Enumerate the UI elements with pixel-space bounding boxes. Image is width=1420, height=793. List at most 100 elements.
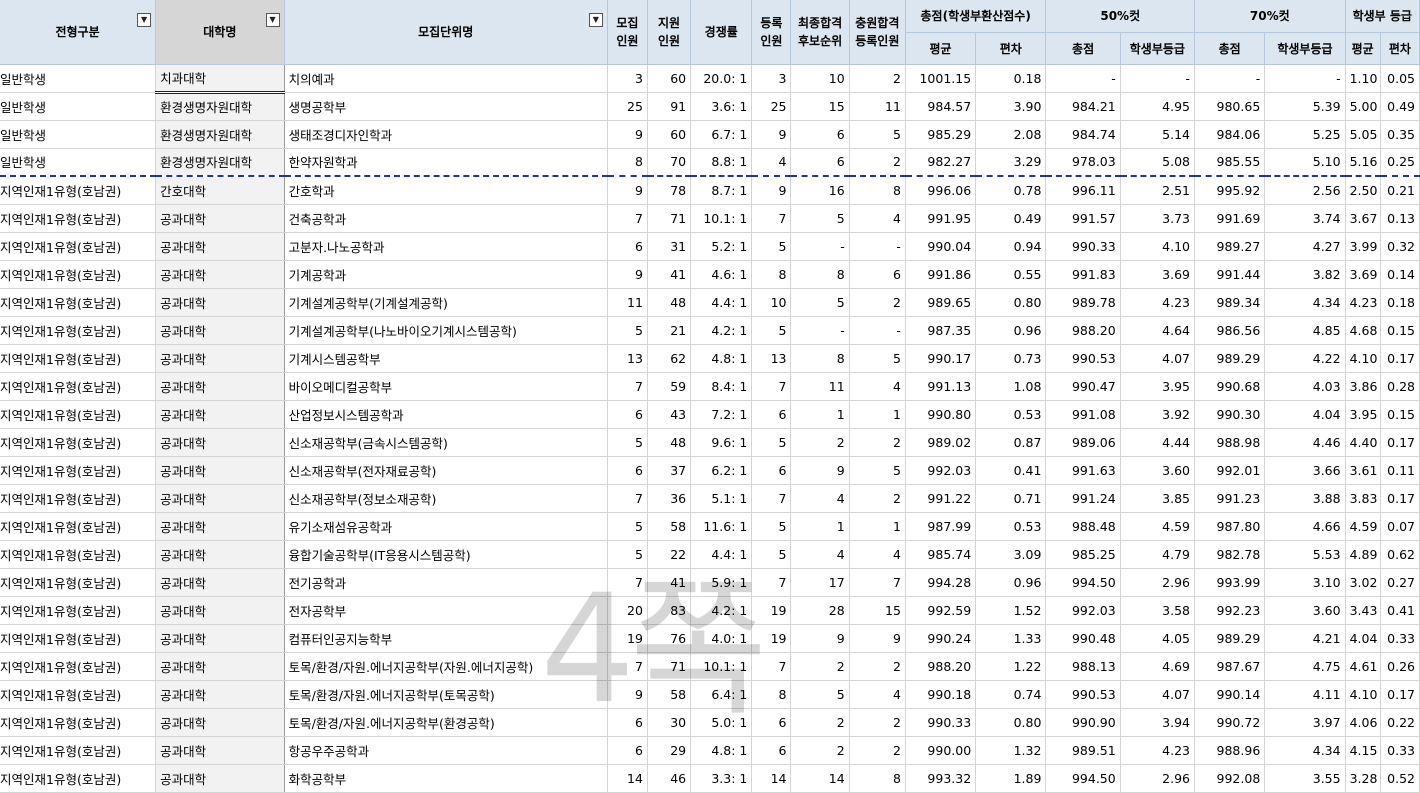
table-cell[interactable]: 4.0: 1 xyxy=(690,624,753,653)
table-cell[interactable]: 982.27 xyxy=(905,148,977,177)
table-cell[interactable]: 치의예과 xyxy=(284,63,608,93)
table-cell[interactable]: 62 xyxy=(647,344,692,373)
table-cell[interactable]: 지역인재1유형(호남권) xyxy=(0,456,157,485)
table-cell[interactable]: 986.56 xyxy=(1194,316,1266,345)
table-cell[interactable]: 공과대학 xyxy=(155,372,285,401)
table-cell[interactable]: 공과대학 xyxy=(155,736,285,765)
table-cell[interactable]: 5 xyxy=(751,428,792,457)
table-cell[interactable]: 지역인재1유형(호남권) xyxy=(0,624,157,653)
table-cell[interactable]: 980.65 xyxy=(1194,92,1266,121)
table-cell[interactable]: 0.62 xyxy=(1380,540,1420,569)
table-cell[interactable]: 2 xyxy=(849,708,906,737)
table-cell[interactable]: 0.33 xyxy=(1380,736,1420,765)
table-cell[interactable]: 988.20 xyxy=(905,652,977,681)
table-cell[interactable]: 건축공학과 xyxy=(284,204,608,233)
table-cell[interactable]: 0.17 xyxy=(1380,344,1420,373)
table-cell[interactable]: 36 xyxy=(647,484,692,513)
table-cell[interactable]: 공과대학 xyxy=(155,288,285,317)
table-cell[interactable]: 8 xyxy=(849,176,906,205)
table-cell[interactable]: - xyxy=(849,316,906,345)
table-cell[interactable]: 0.17 xyxy=(1380,680,1420,709)
table-cell[interactable]: 17 xyxy=(790,568,850,597)
table-cell[interactable]: 60 xyxy=(647,63,692,93)
table-cell[interactable]: 2.96 xyxy=(1120,568,1196,597)
table-cell[interactable]: 2 xyxy=(849,63,906,93)
table-cell[interactable]: 공과대학 xyxy=(155,400,285,429)
table-cell[interactable]: 991.22 xyxy=(905,484,977,513)
table-cell[interactable]: 3.61 xyxy=(1345,456,1381,485)
table-cell[interactable]: 989.65 xyxy=(905,288,977,317)
table-cell[interactable]: 6 xyxy=(790,120,850,149)
table-cell[interactable]: 985.55 xyxy=(1194,148,1266,177)
table-cell[interactable]: 5.16 xyxy=(1345,148,1381,177)
table-cell[interactable]: - xyxy=(790,232,850,261)
table-cell[interactable]: - xyxy=(1194,63,1266,93)
table-cell[interactable]: 고분자.나노공학과 xyxy=(284,232,608,261)
table-cell[interactable]: 5 xyxy=(607,512,648,541)
table-cell[interactable]: 5.08 xyxy=(1120,148,1196,177)
table-cell[interactable]: 9 xyxy=(607,680,648,709)
table-cell[interactable]: 5.53 xyxy=(1264,540,1346,569)
table-cell[interactable]: 990.72 xyxy=(1194,708,1266,737)
table-cell[interactable]: 7 xyxy=(607,204,648,233)
table-cell[interactable]: 1.32 xyxy=(975,736,1047,765)
table-cell[interactable]: 1 xyxy=(849,400,906,429)
table-cell[interactable]: 4.06 xyxy=(1345,708,1381,737)
table-cell[interactable]: 2.56 xyxy=(1264,176,1346,205)
table-cell[interactable]: 0.41 xyxy=(1380,596,1420,625)
table-cell[interactable]: 3.28 xyxy=(1345,764,1381,793)
table-cell[interactable]: 지역인재1유형(호남권) xyxy=(0,652,157,681)
table-cell[interactable]: 990.18 xyxy=(905,680,977,709)
table-cell[interactable]: 산업정보시스템공학과 xyxy=(284,400,608,429)
table-cell[interactable]: 987.99 xyxy=(905,512,977,541)
table-cell[interactable]: 10 xyxy=(751,288,792,317)
table-cell[interactable]: 91 xyxy=(647,92,692,121)
table-cell[interactable]: 3.60 xyxy=(1120,456,1196,485)
table-cell[interactable]: 4.46 xyxy=(1264,428,1346,457)
table-cell[interactable]: 7 xyxy=(751,204,792,233)
table-cell[interactable]: 4.07 xyxy=(1120,680,1196,709)
table-cell[interactable]: 994.28 xyxy=(905,568,977,597)
table-cell[interactable]: 토목/환경/자원.에너지공학부(토목공학) xyxy=(284,680,608,709)
table-cell[interactable]: 0.21 xyxy=(1380,176,1420,205)
table-cell[interactable]: 992.01 xyxy=(1194,456,1266,485)
table-cell[interactable]: 공과대학 xyxy=(155,484,285,513)
table-cell[interactable]: 11.6: 1 xyxy=(690,512,753,541)
table-cell[interactable]: 4.23 xyxy=(1120,736,1196,765)
table-cell[interactable]: 46 xyxy=(647,764,692,793)
table-cell[interactable]: 990.33 xyxy=(905,708,977,737)
table-cell[interactable]: 3.82 xyxy=(1264,260,1346,289)
table-cell[interactable]: 3.58 xyxy=(1120,596,1196,625)
table-cell[interactable]: 공과대학 xyxy=(155,568,285,597)
table-cell[interactable]: 전자공학부 xyxy=(284,596,608,625)
table-cell[interactable]: 공과대학 xyxy=(155,652,285,681)
table-cell[interactable]: 989.06 xyxy=(1045,428,1121,457)
table-cell[interactable]: 0.17 xyxy=(1380,484,1420,513)
table-cell[interactable]: 3.60 xyxy=(1264,596,1346,625)
table-cell[interactable]: 4.8: 1 xyxy=(690,344,753,373)
table-cell[interactable]: 5 xyxy=(751,512,792,541)
table-cell[interactable]: - xyxy=(1264,63,1346,93)
table-cell[interactable]: 5 xyxy=(849,456,906,485)
table-cell[interactable]: 지역인재1유형(호남권) xyxy=(0,344,157,373)
table-cell[interactable]: 5.25 xyxy=(1264,120,1346,149)
table-cell[interactable]: 996.11 xyxy=(1045,176,1121,205)
table-cell[interactable]: 4.10 xyxy=(1120,232,1196,261)
table-cell[interactable]: 5.0: 1 xyxy=(690,708,753,737)
table-cell[interactable]: 4.69 xyxy=(1120,652,1196,681)
table-cell[interactable]: 3.02 xyxy=(1345,568,1381,597)
table-cell[interactable]: 0.41 xyxy=(975,456,1047,485)
table-cell[interactable]: 일반학생 xyxy=(0,63,157,93)
table-cell[interactable]: 8 xyxy=(790,260,850,289)
table-cell[interactable]: 지역인재1유형(호남권) xyxy=(0,316,157,345)
table-cell[interactable]: 9.6: 1 xyxy=(690,428,753,457)
table-cell[interactable]: 2 xyxy=(790,708,850,737)
table-cell[interactable]: 0.53 xyxy=(975,512,1047,541)
table-cell[interactable]: 4.68 xyxy=(1345,316,1381,345)
table-cell[interactable]: 한약자원학과 xyxy=(284,148,608,177)
table-cell[interactable]: 5 xyxy=(607,316,648,345)
table-cell[interactable]: 9 xyxy=(751,176,792,205)
table-cell[interactable]: 0.52 xyxy=(1380,764,1420,793)
table-cell[interactable]: 20.0: 1 xyxy=(690,63,753,93)
table-cell[interactable]: 6 xyxy=(607,400,648,429)
